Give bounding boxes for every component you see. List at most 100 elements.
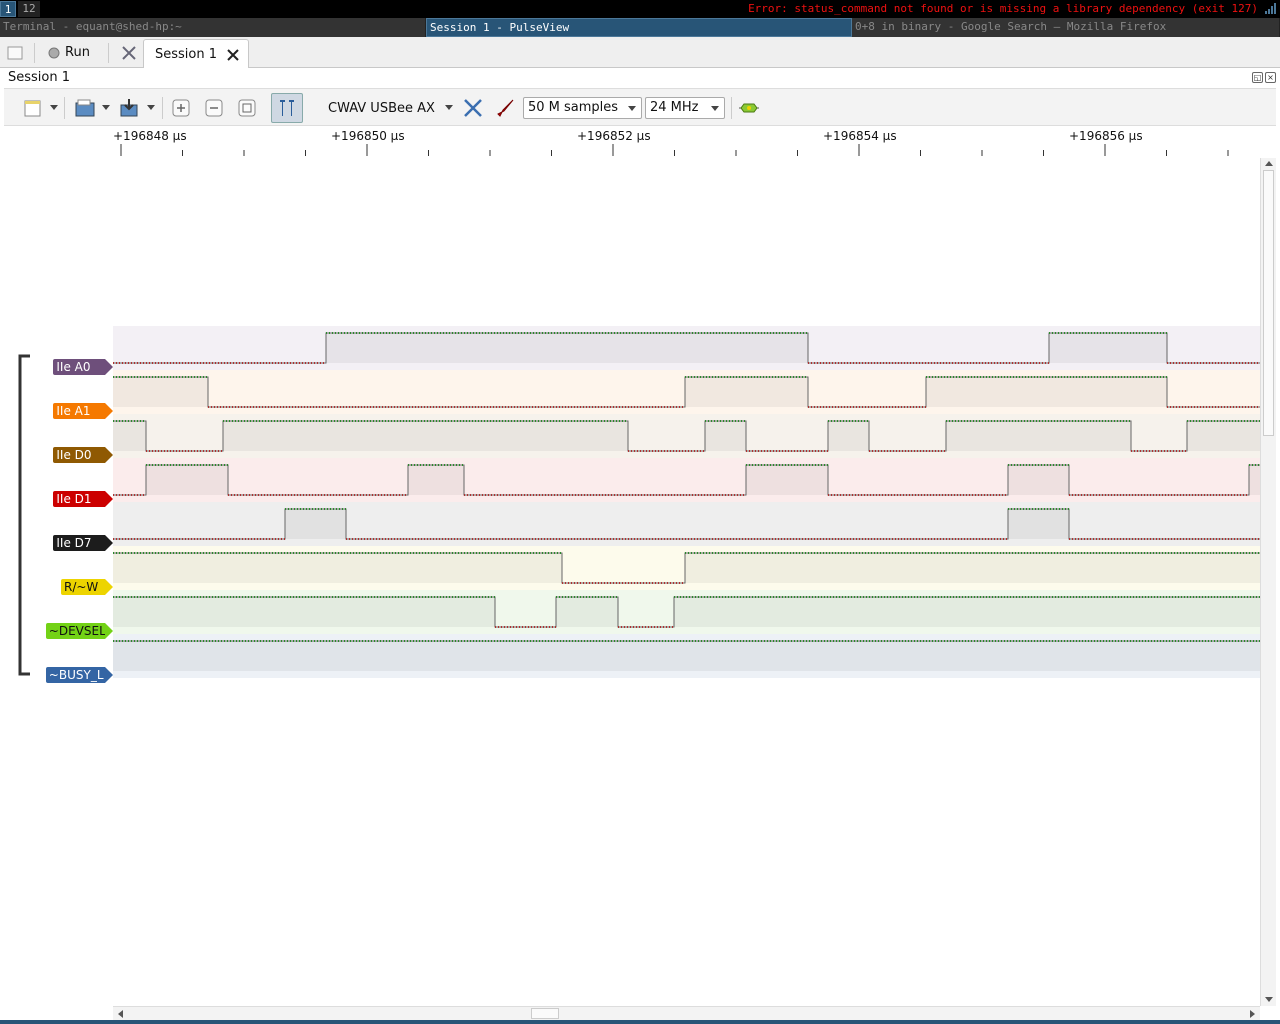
close-dock-button[interactable]: × — [1265, 72, 1276, 83]
vertical-scroll-thumb[interactable] — [1263, 170, 1274, 436]
high-level-fill — [556, 597, 618, 627]
new-session-button[interactable] — [22, 89, 44, 127]
high-level-fill — [705, 421, 746, 451]
channel-label[interactable]: ~DEVSEL — [45, 623, 114, 639]
chevron-down-icon — [445, 105, 453, 110]
open-dropdown[interactable] — [102, 89, 110, 127]
window-tab-firefox[interactable]: 0+8 in binary - Google Search — Mozilla … — [852, 18, 1280, 37]
high-level-fill — [1249, 465, 1260, 495]
tools-icon — [464, 99, 482, 117]
run-button[interactable]: Run — [48, 37, 90, 68]
workspace-12-button[interactable]: 12 — [18, 1, 40, 17]
ruler-label: +196848 µs — [113, 129, 187, 143]
high-level-fill — [685, 377, 808, 407]
time-ruler[interactable]: +196848 µs +196850 µs +196852 µs +196854… — [4, 126, 1260, 158]
channel-label[interactable]: R/~W — [61, 579, 113, 595]
chevron-down-icon — [50, 105, 58, 110]
new-view-icon — [7, 46, 23, 59]
dock-buttons: ◱ × — [1252, 72, 1276, 83]
save-button[interactable] — [118, 89, 140, 127]
zoom-fit-icon — [238, 99, 256, 117]
high-level-fill — [1049, 333, 1167, 363]
zoom-fit-button[interactable] — [238, 89, 256, 127]
sample-count-select[interactable]: 50 M samples — [523, 97, 642, 119]
scroll-down-icon[interactable] — [1262, 994, 1276, 1004]
save-dropdown[interactable] — [147, 89, 155, 127]
high-level-fill — [1008, 465, 1069, 495]
high-level-fill — [113, 641, 1260, 671]
window-tabs: Terminal - equant@shed-hp:~ Session 1 - … — [0, 18, 1280, 37]
channel-group-bracket — [18, 354, 30, 676]
trace-view[interactable]: IIe A0 IIe A1 IIe D0 IIe D1 IIe D7 R/~W ~DEVSE… — [4, 158, 1260, 1006]
zoom-out-button[interactable] — [205, 89, 223, 127]
high-level-fill — [113, 553, 562, 583]
window-tab-terminal[interactable]: Terminal - equant@shed-hp:~ — [0, 18, 426, 37]
main-toolbar: CWAV USBee AX 50 M samples 24 MHz — [4, 88, 1276, 126]
close-icon[interactable] — [227, 48, 239, 61]
horizontal-scrollbar[interactable] — [113, 1006, 1260, 1020]
channel-label[interactable]: ~BUSY_L — [45, 667, 114, 683]
chevron-down-icon — [102, 105, 110, 110]
probe-config-button[interactable] — [495, 89, 517, 127]
cursors-icon — [280, 100, 294, 116]
high-level-fill — [828, 421, 869, 451]
high-level-fill — [746, 465, 828, 495]
sample-count-value: 50 M samples — [528, 100, 619, 115]
float-button[interactable]: ◱ — [1252, 72, 1263, 83]
logic-traces — [113, 326, 1260, 678]
probe-icon — [497, 99, 514, 117]
ruler-label: +196850 µs — [331, 129, 405, 143]
device-dropdown[interactable] — [445, 89, 453, 127]
high-level-fill — [113, 421, 146, 451]
scroll-right-icon[interactable] — [1248, 1007, 1258, 1021]
channel-labels-column: IIe A0 IIe A1 IIe D0 IIe D1 IIe D7 R/~W ~DEVSE… — [4, 158, 114, 1006]
show-cursors-button[interactable] — [271, 93, 303, 123]
high-level-fill — [926, 377, 1167, 407]
high-level-fill — [674, 597, 1260, 627]
window-tab-pulseview[interactable]: Session 1 - PulseView — [426, 18, 852, 37]
decoder-icon — [739, 103, 759, 113]
high-level-fill — [1008, 509, 1069, 539]
channel-label[interactable]: IIe D0 — [53, 447, 113, 463]
add-decoder-button[interactable] — [738, 89, 760, 127]
high-level-fill — [1187, 421, 1260, 451]
status-error-text: Error: status_command not found or is mi… — [748, 2, 1258, 15]
window-border — [0, 1020, 1280, 1024]
channel-label[interactable]: IIe A0 — [53, 359, 113, 375]
session-title: Session 1 — [0, 68, 1280, 88]
app-tab-strip: Run Session 1 — [0, 37, 1280, 69]
scroll-left-icon[interactable] — [115, 1007, 125, 1021]
zoom-in-button[interactable] — [172, 89, 190, 127]
horizontal-scroll-thumb[interactable] — [531, 1008, 559, 1019]
new-session-dropdown[interactable] — [50, 89, 58, 127]
new-file-icon — [24, 100, 41, 117]
tab-session-1[interactable]: Session 1 — [143, 39, 249, 69]
vertical-scrollbar[interactable] — [1260, 158, 1276, 1006]
zoom-in-icon — [172, 99, 190, 117]
signal-icon — [1265, 3, 1276, 14]
tools-icon — [122, 45, 136, 60]
run-label: Run — [65, 45, 90, 60]
channel-label[interactable]: IIe D1 — [53, 491, 113, 507]
settings-button[interactable] — [120, 37, 138, 68]
device-config-button[interactable] — [462, 89, 484, 127]
ruler-label: +196854 µs — [823, 129, 897, 143]
new-view-button[interactable] — [6, 37, 24, 68]
high-level-fill — [946, 421, 1131, 451]
high-level-fill — [326, 333, 808, 363]
high-level-fill — [408, 465, 464, 495]
high-level-fill — [113, 377, 208, 407]
window-manager-bar: 1 12 Error: status_command not found or … — [0, 0, 1280, 18]
session-tab-label: Session 1 — [155, 47, 218, 62]
channel-label[interactable]: IIe A1 — [53, 403, 113, 419]
channel-label[interactable]: IIe D7 — [53, 535, 113, 551]
workspace-1-button[interactable]: 1 — [0, 1, 16, 17]
high-level-fill — [285, 509, 346, 539]
scroll-up-icon[interactable] — [1262, 158, 1276, 168]
samplerate-value: 24 MHz — [650, 100, 699, 115]
run-status-icon — [48, 47, 60, 58]
device-selector[interactable]: CWAV USBee AX — [328, 89, 435, 127]
high-level-fill — [685, 553, 1260, 583]
open-button[interactable] — [74, 89, 96, 127]
samplerate-select[interactable]: 24 MHz — [645, 97, 725, 119]
